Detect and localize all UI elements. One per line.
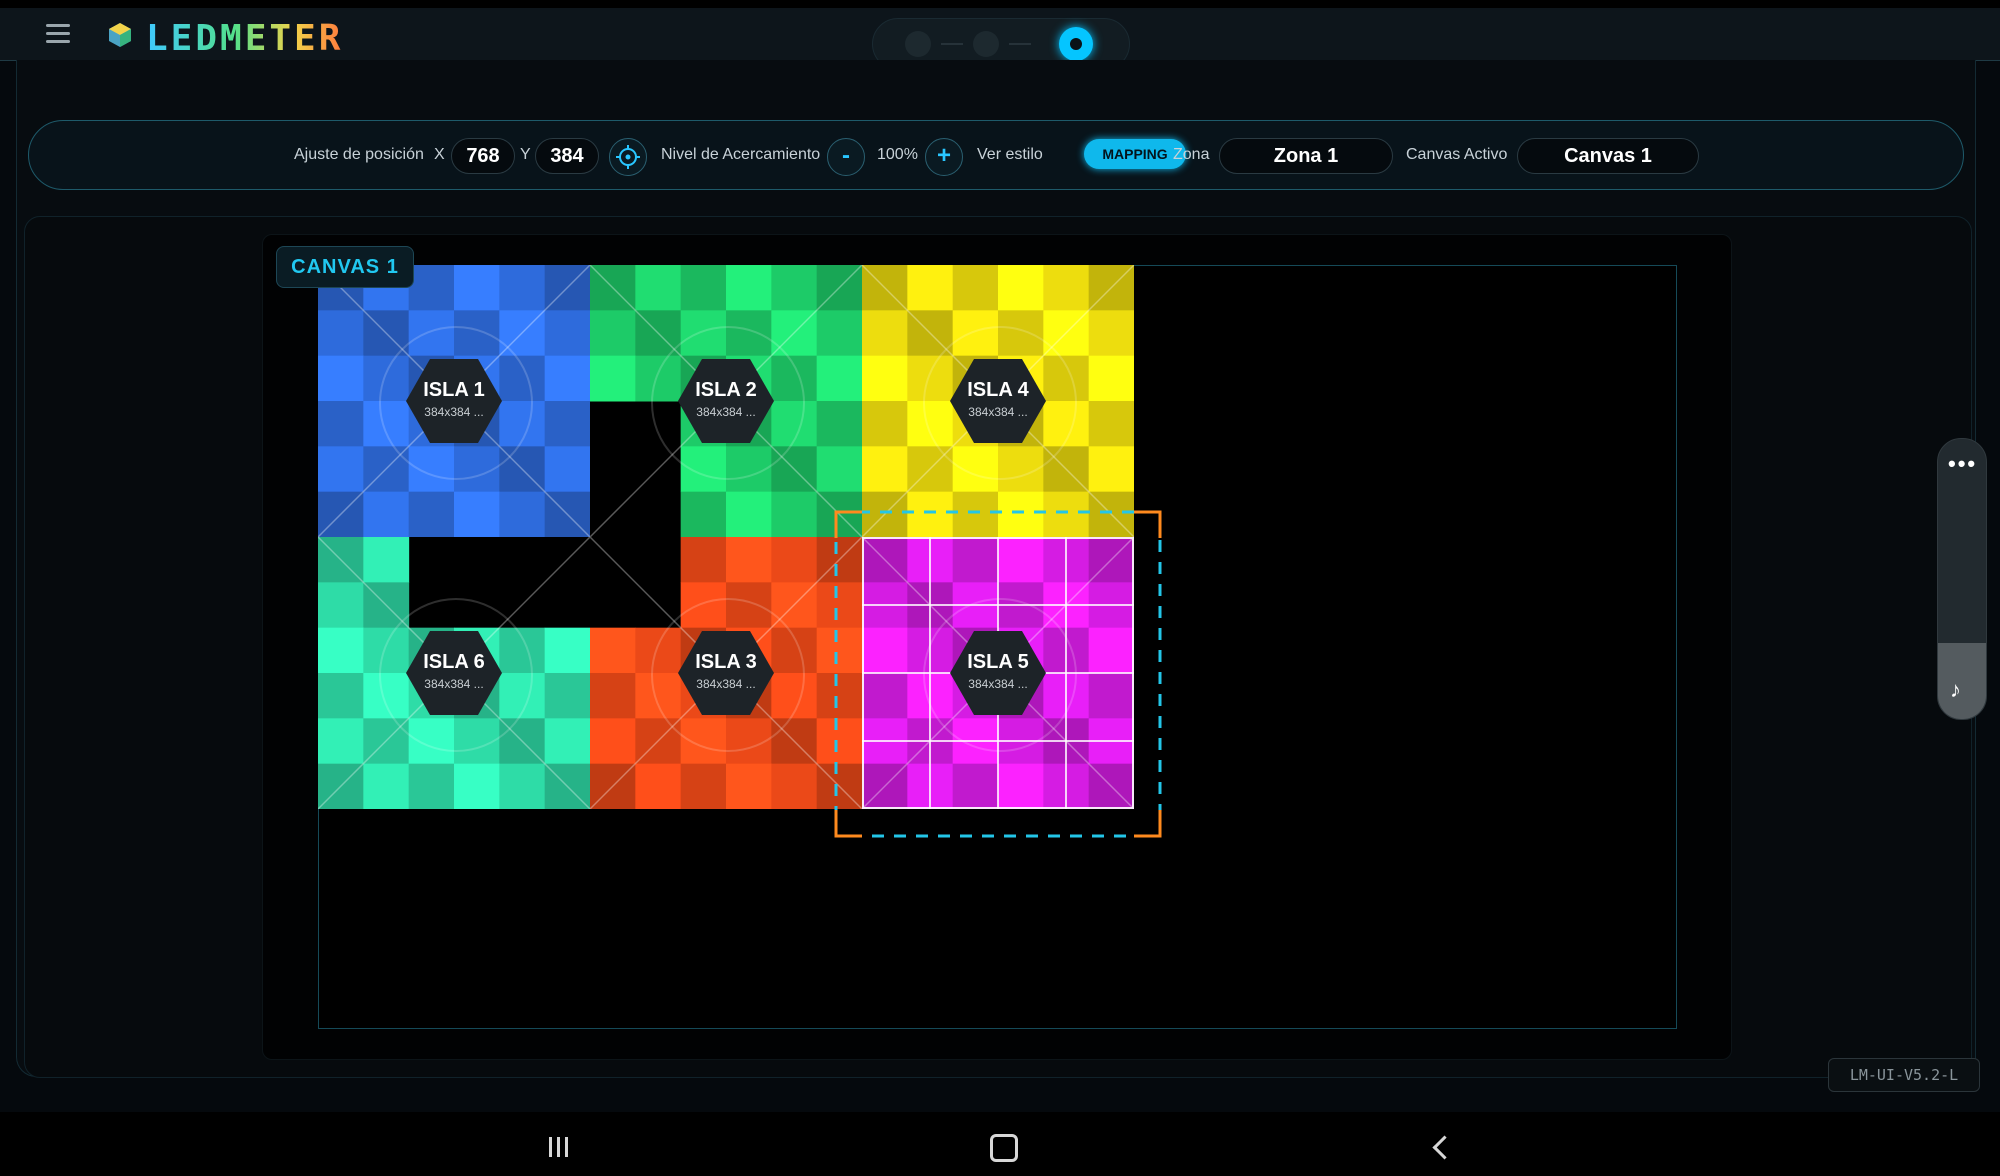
more-horizontal-icon[interactable]: ••• [1948,451,1977,477]
step-3-active-dot[interactable] [1059,27,1093,61]
menu-icon[interactable] [46,24,70,44]
island-2-name: ISLA 2 [695,379,757,401]
island-4-name: ISLA 4 [967,379,1029,401]
zone-select[interactable]: Zona 1 [1219,138,1393,174]
step-1-dot[interactable] [905,31,931,57]
island-6-name: ISLA 6 [423,651,485,673]
island-2-size: 384x384 ... [696,405,756,419]
canvas-title-badge: CANVAS 1 [276,246,414,288]
floating-tool-panel: ••• ♪ [1937,438,1987,720]
help-text-strip [110,1098,1910,1112]
island-1-size: 384x384 ... [424,405,484,419]
active-canvas-label: Canvas Activo [1406,146,1508,163]
logo-icon [109,23,131,47]
position-label: Ajuste de posición [294,146,424,163]
crosshair-icon[interactable] [609,138,647,176]
system-nav-bar [0,1112,2000,1176]
mapping-style-toggle[interactable]: MAPPING [1084,139,1186,169]
app-bar: LEDMETER [0,8,2000,70]
island-3-name: ISLA 3 [695,651,757,673]
x-label: X [434,146,445,163]
mapping-toolbar: Ajuste de posición X 768 Y 384 Nivel de … [28,120,1964,190]
style-label: Ver estilo [977,146,1043,163]
zoom-in-button[interactable]: + [925,138,963,176]
status-strip [0,0,2000,8]
step-2-dot[interactable] [973,31,999,57]
selection-box[interactable] [832,508,1164,840]
zoom-value: 100% [877,146,918,163]
recents-icon[interactable] [549,1137,573,1162]
zoom-label: Nivel de Acercamiento [661,146,821,163]
zoom-out-button[interactable]: - [827,138,865,176]
active-canvas-select[interactable]: Canvas 1 [1517,138,1699,174]
step-connector [1009,43,1031,45]
logo-wordmark: LEDMETER [146,18,344,59]
music-panel[interactable]: ♪ [1938,643,1986,719]
zone-label: Zona [1173,146,1210,163]
y-input[interactable]: 384 [535,138,599,174]
x-input[interactable]: 768 [451,138,515,174]
version-badge: LM-UI-V5.2-L [1828,1058,1980,1092]
island-1-name: ISLA 1 [423,379,485,401]
y-label: Y [520,146,531,163]
home-icon[interactable] [990,1134,1018,1162]
back-icon[interactable] [1432,1135,1457,1160]
island-6-size: 384x384 ... [424,677,484,691]
step-connector [941,43,963,45]
music-note-icon[interactable]: ♪ [1950,677,1961,703]
island-4-size: 384x384 ... [968,405,1028,419]
island-3-size: 384x384 ... [696,677,756,691]
